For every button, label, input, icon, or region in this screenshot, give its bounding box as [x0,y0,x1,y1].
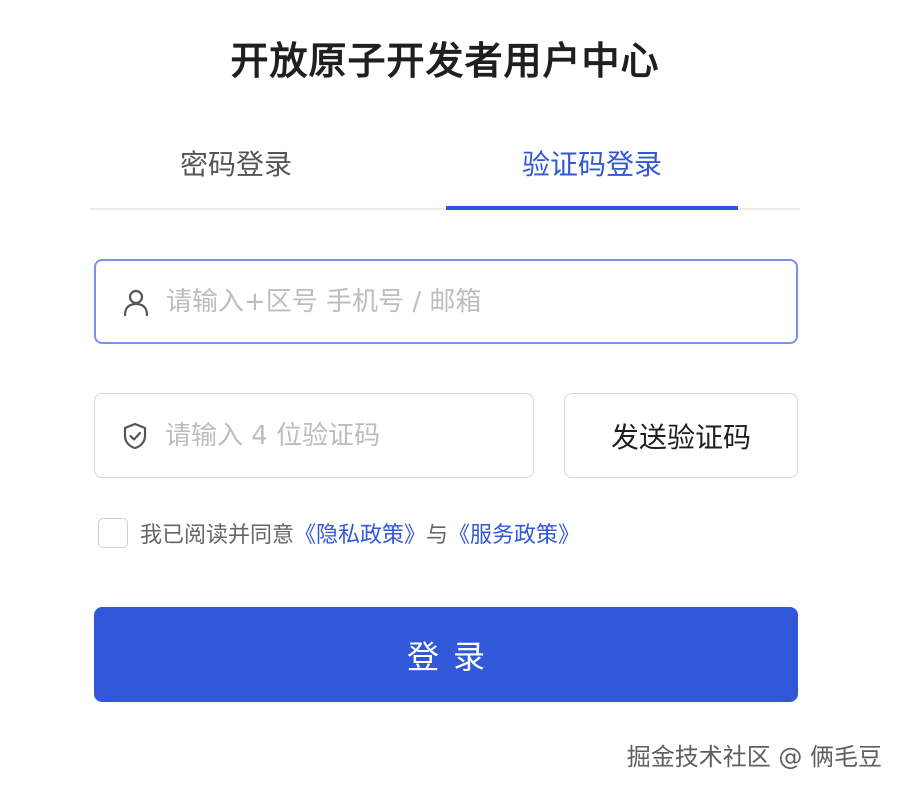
agreement-prefix: 我已阅读并同意 [140,523,295,548]
login-button[interactable]: 登录 [94,607,798,702]
watermark: 掘金技术社区 @ 俩毛豆 [626,743,882,771]
phone-email-input[interactable] [166,271,796,332]
agreement-connector: 与 [426,523,449,548]
send-code-button[interactable]: 发送验证码 [564,393,798,478]
tab-code-login[interactable]: 验证码登录 [446,140,738,206]
shield-check-icon [121,422,149,450]
user-icon [122,288,150,316]
page-title: 开放原子开发者用户中心 [230,39,660,83]
tab-password-login[interactable]: 密码登录 [90,140,382,206]
phone-email-field[interactable] [94,259,798,344]
agreement-row: 我已阅读并同意 《隐私政策》 与 《服务政策》 [98,516,580,550]
service-policy-link[interactable]: 《服务政策》 [448,517,580,549]
active-tab-indicator [446,206,738,210]
verification-code-input[interactable] [165,405,533,466]
agreement-checkbox[interactable] [98,518,128,548]
verification-code-field[interactable] [94,393,534,478]
login-tabs: 密码登录 验证码登录 [90,140,800,210]
privacy-policy-link[interactable]: 《隐私政策》 [294,517,426,549]
